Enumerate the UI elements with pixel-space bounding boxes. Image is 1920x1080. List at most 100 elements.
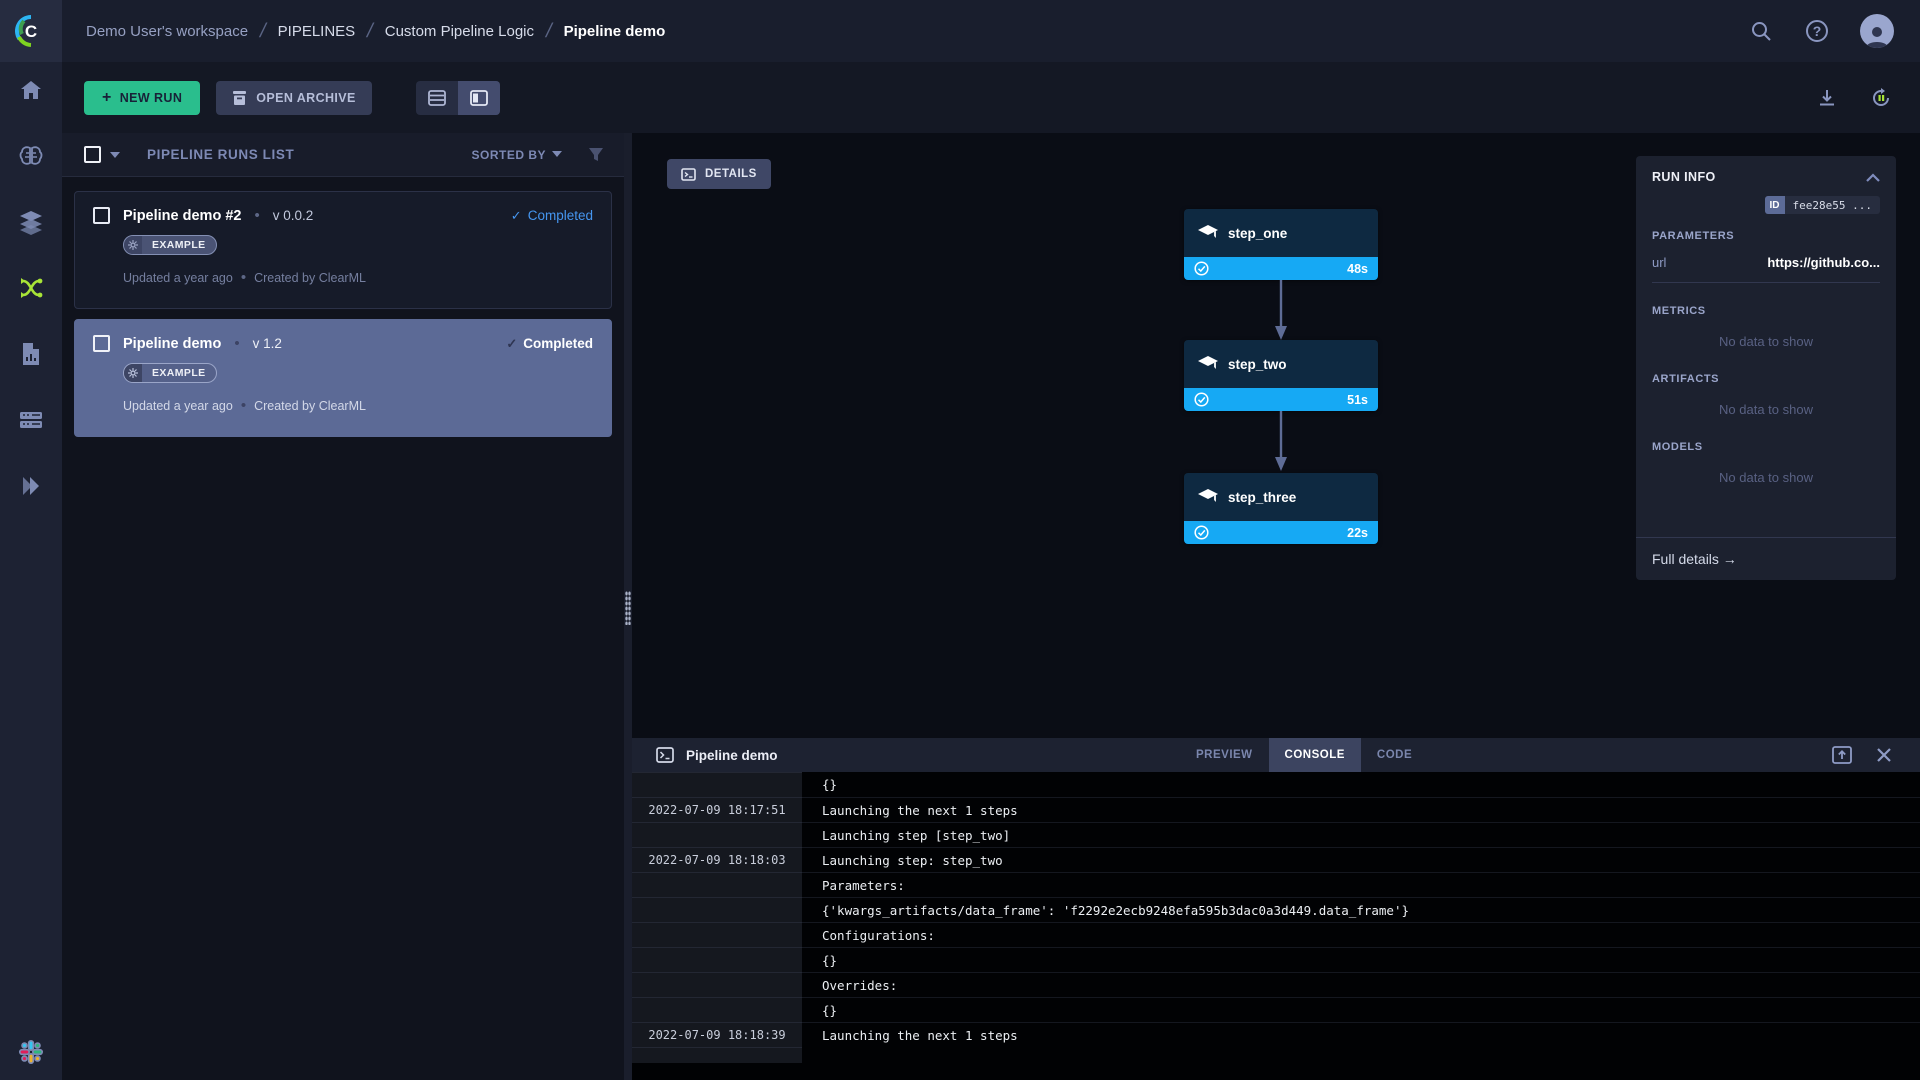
open-archive-label: OPEN ARCHIVE <box>256 90 356 105</box>
log-row: 2022-07-09 18:17:51 Launching the next 1 … <box>632 797 1920 822</box>
home-icon <box>21 81 41 99</box>
run-created-by: Created by ClearML <box>254 270 366 285</box>
auto-refresh-button[interactable] <box>1868 85 1894 111</box>
log-message: Launching step: step_two <box>822 852 1003 868</box>
full-details-link[interactable]: Full details → <box>1636 537 1896 580</box>
log-row: {} <box>632 997 1920 1022</box>
log-timestamp: 2022-07-09 18:17:51 <box>632 797 802 822</box>
sidebar-item-pipelines[interactable] <box>17 274 45 302</box>
run-checkbox[interactable] <box>93 207 110 224</box>
filter-icon[interactable] <box>588 147 604 162</box>
sidebar-item-workers-queues[interactable] <box>17 406 45 434</box>
log-row: Configurations: <box>632 922 1920 947</box>
servers-icon <box>20 412 42 428</box>
sorted-by-label: SORTED BY <box>471 147 546 162</box>
log-message: {} <box>822 1002 838 1018</box>
example-tag[interactable]: EXAMPLE <box>123 363 217 383</box>
slack-icon <box>18 1039 44 1065</box>
sidebar-item-datasets[interactable] <box>17 208 45 236</box>
parameter-key: url <box>1652 255 1667 270</box>
run-id-value: fee28e55 ... <box>1792 198 1872 212</box>
runs-list-title: PIPELINE RUNS LIST <box>147 147 295 162</box>
graph-node-step-three[interactable]: step_three 22s <box>1184 473 1378 544</box>
completed-check-icon <box>1194 525 1209 540</box>
log-message: {} <box>822 777 838 792</box>
refresh-pause-icon <box>1873 87 1889 106</box>
log-timestamp <box>632 772 802 797</box>
close-icon[interactable] <box>1876 747 1892 763</box>
terminal-icon <box>656 747 674 763</box>
run-card-pipeline-demo[interactable]: Pipeline demo • v 1.2 ✓ Completed EXAMPL… <box>74 319 612 437</box>
run-updated: Updated a year ago <box>123 398 233 413</box>
breadcrumb-workspace[interactable]: Demo User's workspace <box>86 23 248 40</box>
breadcrumb-pipelines[interactable]: PIPELINES <box>278 23 356 40</box>
help-button[interactable]: ? <box>1804 18 1830 44</box>
table-view-toggle[interactable] <box>416 81 458 115</box>
breadcrumb-project[interactable]: Custom Pipeline Logic <box>385 23 534 40</box>
log-timestamp <box>632 922 802 947</box>
console-log[interactable]: {} 2022-07-09 18:17:51 Launching the next… <box>632 772 1920 1080</box>
parameter-value[interactable]: https://github.co... <box>1767 255 1880 270</box>
log-timestamp <box>632 997 802 1022</box>
graph-node-step-one[interactable]: step_one 48s <box>1184 209 1378 280</box>
tab-code[interactable]: CODE <box>1361 738 1428 772</box>
split-view-toggle[interactable] <box>457 80 500 115</box>
log-row: {} <box>632 772 1920 797</box>
select-menu-caret-icon[interactable] <box>109 151 121 159</box>
tag-gear-icon <box>124 364 142 382</box>
search-icon <box>1752 22 1771 41</box>
archive-icon <box>233 90 247 105</box>
breadcrumb-separator: / <box>257 19 269 42</box>
dot-separator: • <box>240 397 247 414</box>
sorted-by-button[interactable]: SORTED BY <box>471 148 562 162</box>
log-row: Launching step [step_two] <box>632 822 1920 847</box>
sidebar-item-reports[interactable] <box>17 340 45 368</box>
user-avatar[interactable] <box>1860 14 1894 48</box>
new-run-button[interactable]: + NEW RUN <box>84 80 201 115</box>
graph-node-step-two[interactable]: step_two 51s <box>1184 340 1378 411</box>
node-name: step_two <box>1228 356 1287 372</box>
example-tag[interactable]: EXAMPLE <box>123 235 217 255</box>
breadcrumb-separator: / <box>543 19 555 42</box>
sidebar-item-slack[interactable] <box>17 1038 45 1066</box>
brain-icon <box>19 146 43 165</box>
run-status-label: Completed <box>527 208 593 223</box>
open-in-window-icon[interactable] <box>1832 746 1852 764</box>
sidebar-item-projects[interactable] <box>17 142 45 170</box>
details-button[interactable]: DETAILS <box>667 159 771 189</box>
sidebar-item-home[interactable] <box>17 76 45 104</box>
models-section-label: MODELS <box>1652 441 1703 453</box>
edge-step-two-to-step-three <box>1275 411 1287 471</box>
run-status-badge: ✓ Completed <box>506 336 593 352</box>
collapse-caret-icon[interactable] <box>1866 172 1880 182</box>
tab-console[interactable]: CONSOLE <box>1268 738 1361 772</box>
panel-resize-handle[interactable] <box>624 133 632 1080</box>
report-icon <box>23 343 39 365</box>
terminal-icon <box>681 167 696 181</box>
console-panel: Pipeline demo PREVIEW CONSOLE CODE {} 20… <box>632 738 1920 1080</box>
pipelines-icon <box>21 278 43 298</box>
download-button[interactable] <box>1814 85 1840 111</box>
search-button[interactable] <box>1748 18 1774 44</box>
id-chip: ID <box>1764 196 1785 214</box>
pipeline-graph-canvas[interactable]: DETAILS step_one 48s step_two 51s step_t… <box>632 133 1920 738</box>
log-message: {'kwargs_artifacts/data_frame': 'f2292e2… <box>822 902 1409 918</box>
log-row: {'kwargs_artifacts/data_frame': 'f2292e2… <box>632 897 1920 922</box>
node-name: step_one <box>1228 225 1288 241</box>
left-sidebar: C <box>0 0 62 1080</box>
breadcrumb-separator: / <box>364 19 376 42</box>
clearml-logo[interactable]: C <box>0 0 62 62</box>
sidebar-item-expand[interactable] <box>17 472 45 500</box>
run-created-by: Created by ClearML <box>254 398 366 413</box>
artifacts-section-label: ARTIFACTS <box>1652 373 1720 385</box>
run-card-pipeline-demo-2[interactable]: Pipeline demo #2 • v 0.0.2 ✓ Completed E… <box>74 191 612 309</box>
user-icon <box>1866 27 1888 48</box>
main-column: Demo User's workspace / PIPELINES / Cust… <box>62 0 1920 1080</box>
plus-icon: + <box>102 88 112 106</box>
select-all-checkbox[interactable] <box>84 146 101 163</box>
open-archive-button[interactable]: OPEN ARCHIVE <box>216 80 372 115</box>
run-id-badge[interactable]: ID fee28e55 ... <box>1764 196 1880 214</box>
details-label: DETAILS <box>705 168 757 180</box>
run-checkbox[interactable] <box>93 335 110 352</box>
tab-preview[interactable]: PREVIEW <box>1180 738 1269 772</box>
